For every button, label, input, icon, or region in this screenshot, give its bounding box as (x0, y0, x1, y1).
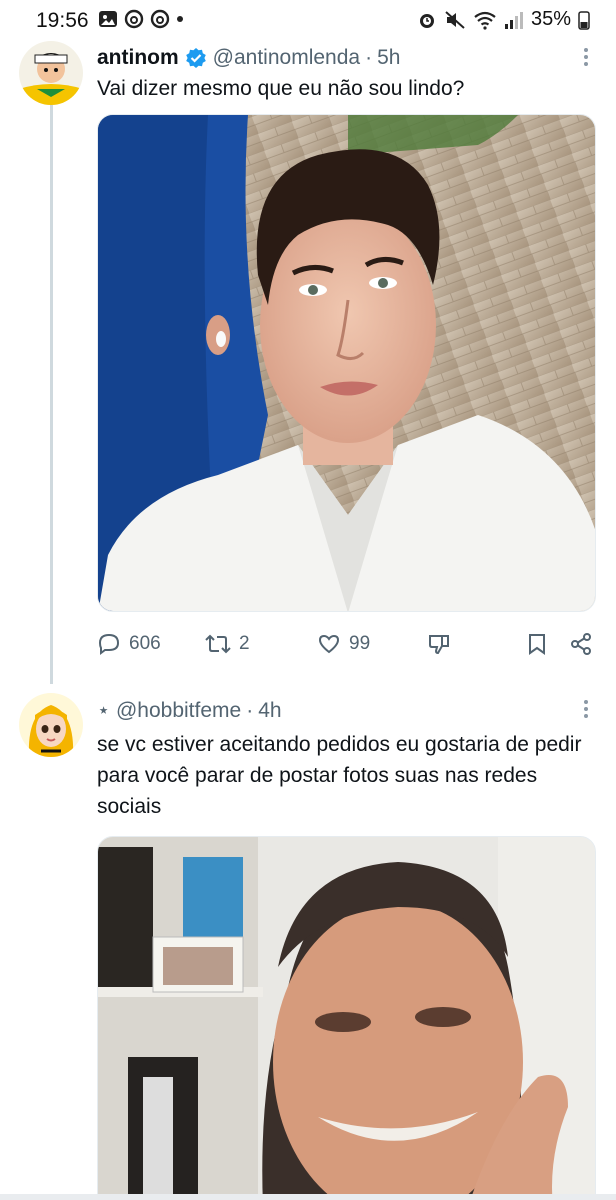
avatar[interactable] (19, 41, 83, 105)
alarm-icon (419, 13, 434, 28)
timestamp[interactable]: 4h (258, 699, 281, 723)
separator-dot: · (246, 698, 254, 722)
tweet-photo[interactable] (97, 836, 596, 1200)
gallery-icon (99, 11, 117, 27)
signal-icon (504, 11, 523, 29)
more-options-icon[interactable] (581, 46, 591, 68)
display-name[interactable]: antinom (97, 46, 179, 70)
notification-icons (98, 9, 184, 29)
share-button[interactable] (569, 624, 593, 664)
reply-count: 606 (129, 633, 161, 654)
system-icons: 35% (417, 8, 590, 31)
status-time: 19:56 (36, 9, 89, 32)
reply-icon (98, 633, 120, 655)
dislike-button[interactable] (427, 624, 451, 664)
status-bar: 19:56 35% (0, 0, 616, 40)
heart-icon (318, 634, 340, 654)
wifi-icon (474, 11, 496, 30)
tweet-header: antinom @antinomlenda · 5h (97, 46, 400, 70)
tweet-text: se vc estiver aceitando pedidos eu gosta… (97, 733, 582, 818)
share-icon (571, 633, 591, 655)
tweet-header: ⋆ @hobbitfeme · 4h (97, 698, 282, 723)
retweet-button[interactable]: 2 (205, 624, 250, 664)
retweet-count: 2 (239, 633, 250, 654)
threads-icon (150, 9, 170, 29)
avatar-image (19, 41, 83, 105)
more-options-icon[interactable] (581, 698, 591, 720)
tweet-text: Vai dizer mesmo que eu não sou lindo? (97, 77, 465, 100)
mute-icon (445, 10, 465, 29)
threads-icon (124, 9, 144, 29)
verified-badge-icon (185, 47, 207, 69)
like-count: 99 (349, 633, 371, 654)
avatar-image (19, 693, 83, 757)
timestamp[interactable]: 5h (377, 46, 400, 70)
tweet-photo[interactable] (97, 114, 596, 612)
dislike-icon (429, 635, 449, 655)
handle[interactable]: ⋆ @hobbitfeme (97, 698, 241, 723)
thread-line (50, 104, 53, 684)
avatar[interactable] (19, 693, 83, 757)
selfie-photo (98, 115, 595, 611)
retweet-icon (205, 634, 231, 654)
blurry-photo (98, 837, 595, 1200)
bottom-bar (0, 1194, 616, 1200)
bookmark-icon (529, 634, 545, 655)
battery-icon (578, 10, 590, 30)
reply-button[interactable]: 606 (97, 624, 161, 664)
battery-percent: 35% (530, 8, 571, 30)
separator-dot: · (365, 46, 373, 69)
dot-icon (177, 16, 183, 22)
tweet-actions: 606 2 99 (97, 624, 602, 664)
like-button[interactable]: 99 (317, 624, 370, 664)
bookmark-button[interactable] (525, 624, 549, 664)
handle[interactable]: @antinomlenda (213, 46, 360, 70)
